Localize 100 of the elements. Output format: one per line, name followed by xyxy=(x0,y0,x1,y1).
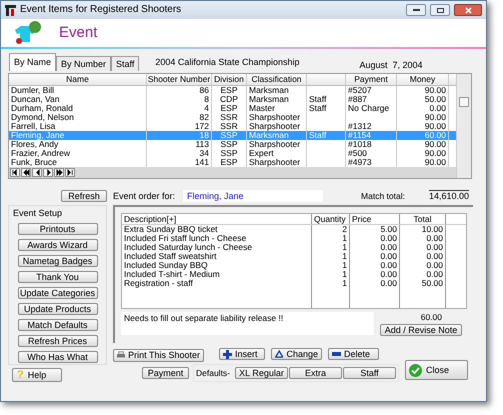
table-cell: Included Sunday BBQ xyxy=(124,260,208,270)
table-cell: 60.00 xyxy=(424,130,446,140)
match-total: 14,610.00 xyxy=(428,190,470,202)
table-cell: Sharpshooter xyxy=(249,139,300,149)
table-cell: 90.00 xyxy=(424,121,446,131)
table-cell: 0.00 xyxy=(429,103,446,113)
table-cell: Marksman xyxy=(249,94,289,104)
table-cell: Farrell, Lisa xyxy=(11,121,56,131)
table-cell: 4 xyxy=(204,103,209,113)
table-cell: Extra Sunday BBQ ticket xyxy=(124,224,218,234)
default-button[interactable]: XL Regular xyxy=(235,367,288,379)
note-field[interactable]: Needs to fill out separate liability release !! xyxy=(121,312,374,335)
column-header: Description[+] xyxy=(124,214,176,224)
table-cell: SSP xyxy=(220,130,238,140)
table-cell: #500 xyxy=(348,148,367,158)
minimize-button[interactable] xyxy=(406,4,426,16)
plus-icon xyxy=(223,350,232,358)
setup-button[interactable]: Printouts xyxy=(18,223,98,235)
close-window-button[interactable] xyxy=(454,4,482,16)
shirt-money-icon xyxy=(13,20,43,46)
table-row[interactable]: Durham, Ronald 4 ESP Master Staff No Charge 0.00 xyxy=(9,104,456,113)
column-header: Quantity xyxy=(314,214,346,224)
payment-button[interactable]: Payment xyxy=(142,367,189,379)
table-cell: 0.00 xyxy=(380,278,397,288)
table-cell: 113 xyxy=(195,139,209,149)
table-cell: 0.00 xyxy=(380,242,397,252)
table-cell: SSR xyxy=(220,121,238,131)
table-cell: ESP xyxy=(220,103,238,113)
table-cell: Included T-shirt - Medium xyxy=(124,269,220,279)
navigation-button[interactable] xyxy=(54,168,64,177)
setup-button[interactable]: Nametag Badges xyxy=(18,255,98,267)
match-total-label: Match total: xyxy=(361,190,405,202)
table-cell: 18 xyxy=(200,130,209,140)
close-button[interactable]: Close xyxy=(405,360,468,380)
table-cell: 2 xyxy=(342,224,347,234)
refresh-button[interactable]: Refresh xyxy=(61,190,107,202)
table-cell: 90.00 xyxy=(424,148,446,158)
navigation-button[interactable] xyxy=(43,168,53,177)
table-cell: 90.00 xyxy=(424,139,446,149)
tab[interactable]: Staff xyxy=(111,56,140,71)
table-cell: Sharpshooter xyxy=(249,157,300,167)
table-cell: SSP xyxy=(220,139,238,149)
event-date: August 7, 2004 xyxy=(359,60,423,71)
add-note-button[interactable]: Add / Revise Note xyxy=(380,324,462,336)
table-cell: Staff xyxy=(309,103,326,113)
printer-icon xyxy=(117,351,126,359)
setup-button[interactable]: Awards Wizard xyxy=(18,239,98,251)
order-label: Event order for: xyxy=(113,190,176,202)
table-cell: Master xyxy=(249,103,275,113)
scrollbar[interactable] xyxy=(456,74,471,178)
table-cell: ESP xyxy=(220,86,238,95)
tab[interactable]: By Number xyxy=(56,56,112,71)
table-cell: 86 xyxy=(200,86,209,95)
table-cell: 0.00 xyxy=(380,233,397,243)
table-cell: Dymond, Nelson xyxy=(11,112,74,122)
help-button[interactable]: ? Help xyxy=(12,368,62,382)
navigation-button[interactable] xyxy=(65,168,75,177)
table-cell: Registration - staff xyxy=(124,278,193,288)
navigation-button[interactable] xyxy=(21,168,31,177)
table-cell: Sharpshooter xyxy=(249,121,300,131)
table-cell: 90.00 xyxy=(424,157,446,167)
table-cell: #5207 xyxy=(348,86,372,95)
setup-button[interactable]: Thank You xyxy=(18,271,98,283)
setup-button[interactable]: Update Categories xyxy=(18,287,98,299)
shooter-name-field[interactable]: Fleming, Jane xyxy=(183,190,324,202)
default-button[interactable]: Staff xyxy=(343,367,396,379)
edit-button[interactable]: Insert xyxy=(219,348,265,360)
setup-button[interactable]: Refresh Prices xyxy=(18,335,98,347)
navigation-button[interactable] xyxy=(10,168,20,177)
table-cell: Flores, Andy xyxy=(11,139,58,149)
panel-title: Event Setup xyxy=(13,208,62,219)
default-button[interactable]: Extra xyxy=(289,367,342,379)
table-cell: 1 xyxy=(342,269,347,279)
setup-button[interactable]: Who Has What xyxy=(18,351,98,363)
table-cell: Sharpshooter xyxy=(249,112,300,122)
table-cell: 82 xyxy=(200,112,209,122)
table-row[interactable]: Dumler, Bill 86 ESP Marksman #5207 90.00 xyxy=(9,86,456,95)
table-row[interactable]: Flores, Andy 113 SSP Sharpshooter #1018 90.00 xyxy=(9,140,456,149)
table-row[interactable]: Dymond, Nelson 82 SSR Sharpshooter 90.00 xyxy=(9,113,456,122)
table-cell: 0.00 xyxy=(426,260,443,270)
table-cell: Staff xyxy=(309,130,326,140)
table-cell: CDP xyxy=(220,94,238,104)
triangle-icon xyxy=(275,350,284,358)
table-row[interactable]: Frazier, Andrew 34 SSP Expert #500 90.00 xyxy=(9,149,456,158)
column-header: Money xyxy=(410,74,436,84)
print-button[interactable]: Print This Shooter xyxy=(113,348,204,362)
event-name: 2004 California State Championship xyxy=(155,56,300,68)
navigation-button[interactable] xyxy=(32,168,42,177)
setup-button[interactable]: Update Products xyxy=(18,303,98,315)
setup-button[interactable]: Match Defaults xyxy=(18,319,98,331)
edit-button[interactable]: Change xyxy=(271,348,322,360)
table-row[interactable]: Duncan, Van 8 CDP Marksman Staff #887 50.00 xyxy=(9,95,456,104)
table-cell: #1154 xyxy=(348,130,372,140)
table-cell: 1 xyxy=(342,233,347,243)
app-icon xyxy=(5,4,16,16)
table-cell: 0.00 xyxy=(380,260,397,270)
maximize-button[interactable] xyxy=(430,4,450,16)
table-cell: Marksman xyxy=(249,86,289,95)
tab[interactable]: By Name xyxy=(9,53,56,71)
edit-button[interactable]: Delete xyxy=(328,348,379,360)
